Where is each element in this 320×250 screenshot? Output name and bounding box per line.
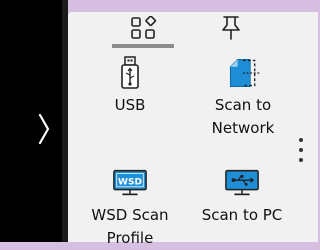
apps-grid-icon (131, 16, 157, 39)
app-panel: USB Scan to Network WSD WSD Scan Profile (68, 12, 318, 247)
active-tab-indicator (112, 44, 174, 48)
tab-pinned[interactable] (206, 12, 256, 44)
scan-to-pc-icon (225, 169, 259, 196)
scan-to-pc-label: Scan to PC (201, 206, 283, 224)
scan-to-network-icon (229, 59, 260, 87)
pushpin-icon (222, 16, 240, 40)
usb-label: USB (114, 96, 146, 114)
usb-drive-icon (121, 56, 139, 89)
scan-to-pc-tile[interactable]: Scan to PC (188, 166, 296, 227)
more-options-icon[interactable] (297, 138, 305, 168)
wsd-badge-text: WSD (118, 177, 142, 187)
scan-to-network-label: Scan to Network (211, 96, 275, 137)
usb-tile[interactable]: USB (90, 56, 170, 117)
chevron-right-icon[interactable] (36, 112, 52, 146)
wsd-scan-profile-label: WSD Scan Profile (91, 206, 169, 247)
scan-to-network-tile[interactable]: Scan to Network (198, 56, 288, 140)
wsd-icon: WSD (113, 169, 147, 196)
left-bezel (0, 0, 62, 242)
wsd-scan-profile-tile[interactable]: WSD WSD Scan Profile (82, 166, 178, 250)
tab-bar (68, 12, 318, 48)
tab-apps[interactable] (112, 12, 174, 44)
